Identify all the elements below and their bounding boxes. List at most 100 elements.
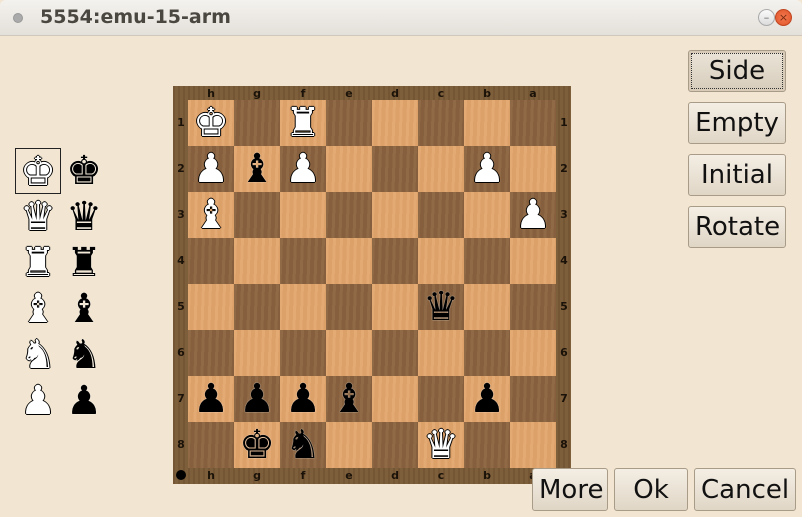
square-e6[interactable]	[326, 330, 372, 376]
window-menu-icon[interactable]	[13, 13, 23, 23]
chess-board[interactable]: hhggffeeddccbbaa1122334455667788♚♜♟♝♟♟♝♟…	[173, 86, 571, 484]
white-pawn-piece[interactable]: ♟	[188, 146, 234, 192]
palette-white-knight[interactable]: ♞	[15, 332, 61, 378]
square-c6[interactable]	[418, 330, 464, 376]
square-f4[interactable]	[280, 238, 326, 284]
square-c7[interactable]	[418, 376, 464, 422]
empty-button[interactable]: Empty	[688, 102, 786, 144]
file-label-top: c	[437, 87, 445, 100]
rank-label-left: 5	[177, 300, 185, 313]
square-a2[interactable]	[510, 146, 556, 192]
square-e8[interactable]	[326, 422, 372, 468]
square-h6[interactable]	[188, 330, 234, 376]
square-d1[interactable]	[372, 100, 418, 146]
file-label-bottom: c	[437, 469, 445, 482]
file-label-top: g	[253, 87, 261, 100]
square-d8[interactable]	[372, 422, 418, 468]
black-pawn-piece[interactable]: ♟	[464, 376, 510, 422]
square-d6[interactable]	[372, 330, 418, 376]
rank-label-left: 6	[177, 346, 185, 359]
square-a5[interactable]	[510, 284, 556, 330]
square-e5[interactable]	[326, 284, 372, 330]
black-pawn-piece[interactable]: ♟	[188, 376, 234, 422]
square-a8[interactable]	[510, 422, 556, 468]
close-button[interactable]: ×	[775, 9, 792, 26]
square-c2[interactable]	[418, 146, 464, 192]
white-bishop-piece[interactable]: ♝	[188, 192, 234, 238]
square-b3[interactable]	[464, 192, 510, 238]
file-label-bottom: e	[345, 469, 353, 482]
square-g3[interactable]	[234, 192, 280, 238]
side-button[interactable]: Side	[688, 50, 786, 92]
file-label-bottom: f	[300, 469, 306, 482]
square-f3[interactable]	[280, 192, 326, 238]
square-e4[interactable]	[326, 238, 372, 284]
white-rook-piece[interactable]: ♜	[280, 100, 326, 146]
palette-black-rook[interactable]: ♜	[61, 240, 107, 286]
rank-label-right: 7	[560, 392, 568, 405]
square-e1[interactable]	[326, 100, 372, 146]
square-g6[interactable]	[234, 330, 280, 376]
black-bishop-piece[interactable]: ♝	[326, 376, 372, 422]
square-b6[interactable]	[464, 330, 510, 376]
palette-white-king[interactable]: ♚	[15, 148, 61, 195]
square-h5[interactable]	[188, 284, 234, 330]
white-pawn-piece[interactable]: ♟	[280, 146, 326, 192]
square-d2[interactable]	[372, 146, 418, 192]
square-a4[interactable]	[510, 238, 556, 284]
more-button[interactable]: More	[532, 468, 608, 511]
palette-black-queen[interactable]: ♛	[61, 194, 107, 240]
palette-black-bishop[interactable]: ♝	[61, 286, 107, 332]
palette-black-knight[interactable]: ♞	[61, 332, 107, 378]
rank-label-left: 8	[177, 438, 185, 451]
square-e2[interactable]	[326, 146, 372, 192]
palette-white-rook[interactable]: ♜	[15, 240, 61, 286]
square-c4[interactable]	[418, 238, 464, 284]
file-label-top: f	[300, 87, 306, 100]
square-a1[interactable]	[510, 100, 556, 146]
cancel-button[interactable]: Cancel	[694, 468, 796, 511]
square-d7[interactable]	[372, 376, 418, 422]
white-queen-piece[interactable]: ♛	[418, 422, 464, 468]
square-c3[interactable]	[418, 192, 464, 238]
square-g4[interactable]	[234, 238, 280, 284]
rotate-button[interactable]: Rotate	[688, 206, 786, 248]
white-pawn-piece[interactable]: ♟	[464, 146, 510, 192]
black-knight-piece[interactable]: ♞	[280, 422, 326, 468]
close-icon: ×	[778, 11, 789, 24]
square-g1[interactable]	[234, 100, 280, 146]
black-queen-piece[interactable]: ♛	[418, 284, 464, 330]
square-b1[interactable]	[464, 100, 510, 146]
black-king-piece[interactable]: ♚	[234, 422, 280, 468]
square-b5[interactable]	[464, 284, 510, 330]
white-pawn-piece[interactable]: ♟	[510, 192, 556, 238]
square-c1[interactable]	[418, 100, 464, 146]
square-h8[interactable]	[188, 422, 234, 468]
palette-white-queen[interactable]: ♛	[15, 194, 61, 240]
palette-black-pawn[interactable]: ♟	[61, 378, 107, 424]
palette-black-king[interactable]: ♚	[61, 148, 107, 194]
square-g5[interactable]	[234, 284, 280, 330]
initial-button[interactable]: Initial	[688, 154, 786, 196]
square-a6[interactable]	[510, 330, 556, 376]
black-bishop-piece[interactable]: ♝	[234, 146, 280, 192]
square-d3[interactable]	[372, 192, 418, 238]
rank-label-right: 1	[560, 116, 568, 129]
square-f6[interactable]	[280, 330, 326, 376]
square-e3[interactable]	[326, 192, 372, 238]
minimize-button[interactable]: –	[758, 9, 775, 26]
palette-white-pawn[interactable]: ♟	[15, 378, 61, 424]
rank-label-right: 6	[560, 346, 568, 359]
square-d4[interactable]	[372, 238, 418, 284]
black-pawn-piece[interactable]: ♟	[234, 376, 280, 422]
square-a7[interactable]	[510, 376, 556, 422]
white-king-piece[interactable]: ♚	[188, 100, 234, 146]
square-b4[interactable]	[464, 238, 510, 284]
black-pawn-piece[interactable]: ♟	[280, 376, 326, 422]
palette-white-bishop[interactable]: ♝	[15, 286, 61, 332]
square-d5[interactable]	[372, 284, 418, 330]
square-h4[interactable]	[188, 238, 234, 284]
square-f5[interactable]	[280, 284, 326, 330]
ok-button[interactable]: Ok	[614, 468, 688, 511]
square-b8[interactable]	[464, 422, 510, 468]
